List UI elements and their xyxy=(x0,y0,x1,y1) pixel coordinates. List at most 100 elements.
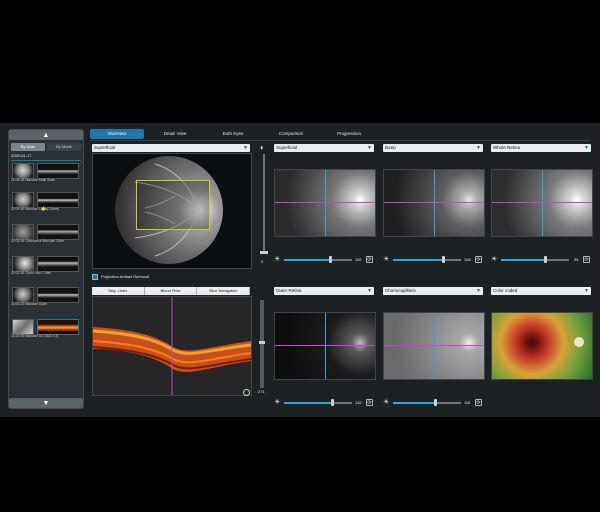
angio-image-color-coded[interactable] xyxy=(491,312,593,380)
crosshair-line xyxy=(542,170,543,236)
scan-thumbnail xyxy=(12,224,34,240)
projection-artifact-checkbox[interactable] xyxy=(92,274,98,280)
brightness-icon: ☀ xyxy=(383,399,390,406)
tab-by-date[interactable]: By Date xyxy=(11,143,45,151)
brightness-slider-whole-retina[interactable]: ☀ 96 ⟳ xyxy=(491,255,591,265)
slice-navigation-button[interactable]: Slice Navigation xyxy=(197,287,251,295)
scan-thumbnail xyxy=(12,163,34,179)
scan-item[interactable]: 11:03:35 Glaucoma Macular Cube xyxy=(11,224,81,244)
fundus-layer-dropdown[interactable]: Superficial ▼ xyxy=(92,144,250,152)
crosshair-line xyxy=(325,313,326,379)
brightness-slider-outer-retina[interactable]: ☀ 132 ⟳ xyxy=(274,398,374,408)
chevron-down-icon: ▼ xyxy=(476,288,481,294)
crosshair-line xyxy=(325,170,326,236)
scan-thumbnail xyxy=(37,224,79,240)
crosshair-line xyxy=(434,313,435,379)
scroll-down-button[interactable]: ▼ xyxy=(9,398,83,408)
angio-layer-dropdown-color-coded[interactable]: Color coded ▼ xyxy=(491,287,591,295)
app-window: ▲ By Date By Mode 2020-01-17 11:05:18 Ma… xyxy=(0,123,600,417)
scan-thumbnail xyxy=(37,256,79,272)
slider-track xyxy=(545,259,569,261)
slider-bottom-value: 271 xyxy=(258,389,265,394)
bscan-image xyxy=(93,297,251,395)
brightness-icon: ☀ xyxy=(491,256,498,263)
layer-depth-slider[interactable] xyxy=(263,154,265,254)
crosshair-line xyxy=(434,170,435,236)
brightness-slider-superficial[interactable]: ☀ 110 ⟳ xyxy=(274,255,374,265)
scan-area-box[interactable] xyxy=(136,180,210,230)
brightness-value: 96 xyxy=(574,257,579,262)
angio-image-superficial[interactable] xyxy=(274,169,376,237)
tab-comparison[interactable]: Comparison xyxy=(264,129,318,139)
reset-icon[interactable]: ⟳ xyxy=(583,256,590,263)
optic-disc xyxy=(574,337,584,347)
tab-by-mode[interactable]: By Mode xyxy=(47,143,81,151)
chevron-down-icon: ▼ xyxy=(584,288,589,294)
angio-image-outer-retina[interactable] xyxy=(274,312,376,380)
slider-fill xyxy=(501,259,545,261)
angio-layer-dropdown-choriocapillaris[interactable]: Choriocapillaris ▼ xyxy=(383,287,483,295)
slider-knob[interactable] xyxy=(259,341,265,344)
scan-item[interactable]: 11:02:36 Optic Disc Cube xyxy=(11,256,81,276)
reset-icon[interactable]: ⟳ xyxy=(475,256,482,263)
scan-thumbnail xyxy=(37,163,79,179)
slider-knob[interactable] xyxy=(331,399,334,406)
dropdown-value: Deep xyxy=(385,145,396,150)
dropdown-value: Choriocapillaris xyxy=(385,288,416,293)
date-header: 2020-01-17 xyxy=(11,153,32,158)
chevron-down-icon: ▼ xyxy=(42,399,50,407)
dropdown-value: Superficial xyxy=(276,145,298,150)
scan-label: 11:03:35 Glaucoma Macular Cube xyxy=(11,239,65,243)
slider-knob[interactable] xyxy=(260,251,268,254)
angio-image-whole-retina[interactable] xyxy=(491,169,593,237)
slider-track xyxy=(332,402,352,404)
brightness-icon: ☀ xyxy=(274,399,281,406)
scan-thumbnail xyxy=(12,319,34,335)
brightness-value: 132 xyxy=(355,400,362,405)
reset-icon[interactable]: ⟳ xyxy=(366,399,373,406)
angio-layer-dropdown-superficial[interactable]: Superficial ▼ xyxy=(274,144,374,152)
brightness-icon: ☀ xyxy=(383,256,390,263)
slider-fill xyxy=(284,259,330,261)
scan-thumbnail xyxy=(12,256,34,272)
reset-icon[interactable]: ⟳ xyxy=(366,256,373,263)
blood-flow-button[interactable]: Blood Flow xyxy=(144,287,198,295)
sort-tabs: By Date By Mode xyxy=(11,143,81,151)
scan-label: 11:01:23 Macular Cube xyxy=(11,302,48,306)
angio-layer-dropdown-deep[interactable]: Deep ▼ xyxy=(383,144,483,152)
angio-layer-dropdown-outer-retina[interactable]: Outer Retina ▼ xyxy=(274,287,374,295)
view-tabs: Overview Detail View Both Eyes Compariso… xyxy=(90,129,376,139)
angio-image-deep[interactable] xyxy=(383,169,485,237)
projection-artifact-label: Projection Artifact Removal xyxy=(101,274,150,279)
slider-knob[interactable] xyxy=(329,256,332,263)
bscan-depth-slider[interactable] xyxy=(260,300,264,388)
brightness-slider-choriocapillaris[interactable]: ☀ 116 ⟳ xyxy=(383,398,483,408)
brightness-slider-deep[interactable]: ☀ 108 ⟳ xyxy=(383,255,483,265)
bscan-panel[interactable] xyxy=(92,296,252,396)
tab-overview[interactable]: Overview xyxy=(90,129,144,139)
slider-knob[interactable] xyxy=(442,256,445,263)
fundus-image-panel[interactable] xyxy=(92,153,252,269)
tab-divider xyxy=(90,140,590,141)
scan-item[interactable]: 11:05:18 Macular Multi Scan xyxy=(11,163,81,183)
chevron-down-icon: ▼ xyxy=(367,288,372,294)
scroll-up-button[interactable]: ▲ xyxy=(9,130,83,140)
slider-track xyxy=(443,259,461,261)
scan-item[interactable]: 11:01:23 Macular Cube xyxy=(11,287,81,307)
seg-lines-button[interactable]: Seg. Lines xyxy=(92,287,145,295)
scan-label: 11:05:18 Macular Multi Scan xyxy=(11,178,56,182)
scan-label: 11:00:49 Macular OCTA(3 x 3) xyxy=(11,334,59,338)
angio-image-choriocapillaris[interactable] xyxy=(383,312,485,380)
tab-both-eyes[interactable]: Both Eyes xyxy=(206,129,260,139)
slider-knob[interactable] xyxy=(544,256,547,263)
tab-detail-view[interactable]: Detail View xyxy=(148,129,202,139)
tab-progression[interactable]: Progression xyxy=(322,129,376,139)
scan-item[interactable]: 11:04:49 Macular Lines(12mm) ✱ xyxy=(11,192,81,213)
slider-knob[interactable] xyxy=(434,399,437,406)
reset-icon[interactable]: ⟳ xyxy=(475,399,482,406)
cursor-icon: ✱ xyxy=(41,207,47,213)
scan-item[interactable]: 11:00:49 Macular OCTA(3 x 3) xyxy=(11,319,81,339)
orientation-icon xyxy=(243,389,250,396)
angio-layer-dropdown-whole-retina[interactable]: Whole Retina ▼ xyxy=(491,144,591,152)
chevron-down-icon: ▼ xyxy=(584,145,589,151)
